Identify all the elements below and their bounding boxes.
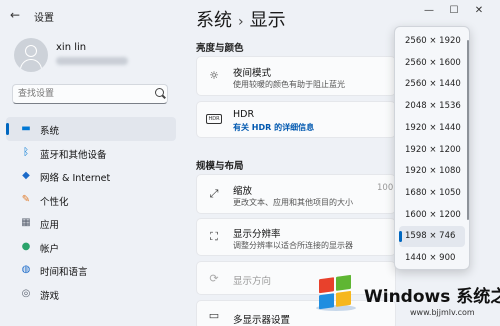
- sidebar-item-2[interactable]: ◆ 网络 & Internet: [6, 164, 176, 188]
- multi-monitor-icon: ▭: [208, 309, 220, 322]
- monitor-icon: ▬: [21, 123, 31, 134]
- dropdown-scrollbar[interactable]: [467, 40, 469, 220]
- avatar-head-icon: [25, 45, 37, 57]
- resolution-option[interactable]: 2048 × 1536: [399, 96, 465, 117]
- person-icon: ●: [21, 240, 31, 252]
- avatar-body-icon: [20, 59, 42, 72]
- section-heading-brightness: 亮度与颜色: [196, 43, 244, 54]
- section-heading-scale-layout: 规模与布局: [196, 161, 244, 172]
- profile-name: xin lin: [56, 42, 87, 53]
- profile-email-redacted: [56, 57, 128, 65]
- breadcrumb-separator: ›: [238, 14, 244, 30]
- resolution-option[interactable]: 1598 × 746: [399, 226, 465, 248]
- sidebar-item-3[interactable]: ✎ 个性化: [6, 188, 176, 212]
- hdr-card[interactable]: HDR HDR 有关 HDR 的详细信息: [196, 101, 396, 138]
- sidebar-nav: ▬ 系统 ᛒ 蓝牙和其他设备 ◆ 网络 & Internet ✎ 个性化 ▦ 应用 ● 帐户 ◍ 时间和语…: [6, 117, 176, 305]
- resolution-subtitle: 调整分辨率以适合所连接的显示器: [233, 241, 353, 250]
- windows-logo-icon: [316, 274, 356, 311]
- scale-subtitle: 更改文本、应用和其他项目的大小: [233, 198, 353, 207]
- sidebar-item-label: 应用: [40, 220, 60, 231]
- sidebar-item-1[interactable]: ᛒ 蓝牙和其他设备: [6, 141, 176, 165]
- watermark: Windows 系统之家 www.bjjmlv.com: [310, 266, 500, 326]
- sidebar-item-label: 网络 & Internet: [40, 173, 111, 184]
- gamepad-icon: ◎: [21, 287, 31, 299]
- resolution-title: 显示分辨率: [233, 229, 281, 240]
- resolution-option[interactable]: 1920 × 1440: [399, 118, 465, 139]
- wifi-icon: ◆: [22, 170, 30, 181]
- resolution-card[interactable]: ⛶ 显示分辨率 调整分辨率以适合所连接的显示器: [196, 218, 396, 256]
- watermark-title: Windows 系统之家: [364, 287, 500, 307]
- night-light-title: 夜间模式: [233, 68, 272, 79]
- scale-card[interactable]: ⤢ 缩放 更改文本、应用和其他项目的大小 100: [196, 174, 396, 214]
- sidebar-item-0[interactable]: ▬ 系统: [6, 117, 176, 141]
- rotate-icon: ⟳: [209, 272, 219, 285]
- hdr-icon: HDR: [206, 114, 222, 124]
- settings-window: ← 设置 — ☐ ✕ xin lin ▬ 系统 ᛒ 蓝牙和其他设备 ◆ 网络 & Inte…: [0, 0, 500, 326]
- scale-value[interactable]: 100: [377, 183, 393, 193]
- multi-display-title: 多显示器设置: [233, 315, 291, 326]
- sun-icon: ☼: [209, 69, 219, 82]
- scale-icon: ⤢: [209, 187, 219, 200]
- maximize-button[interactable]: ☐: [443, 4, 465, 18]
- page-title: 显示: [249, 10, 286, 31]
- search-icon[interactable]: [155, 88, 164, 97]
- resolution-option[interactable]: 1600 × 1200: [399, 205, 465, 226]
- resolution-option[interactable]: 1680 × 1050: [399, 183, 465, 204]
- orientation-title: 显示方向: [233, 276, 272, 287]
- sidebar-item-label: 游戏: [40, 290, 60, 302]
- sidebar-item-4[interactable]: ▦ 应用: [6, 211, 176, 235]
- sidebar-item-label: 系统: [40, 126, 60, 137]
- resolution-option[interactable]: 2560 × 1600: [399, 53, 465, 74]
- resolution-option[interactable]: 1920 × 1200: [399, 140, 465, 161]
- watermark-url: www.bjjmlv.com: [410, 308, 475, 317]
- back-arrow-icon[interactable]: ←: [10, 9, 20, 21]
- app-title: 设置: [34, 13, 54, 24]
- resolution-option[interactable]: 2560 × 1440: [399, 74, 465, 95]
- sidebar-item-label: 蓝牙和其他设备: [40, 149, 107, 161]
- resolution-option[interactable]: 2560 × 1920: [399, 31, 465, 52]
- sidebar-item-6[interactable]: ◍ 时间和语言: [6, 258, 176, 282]
- globe-clock-icon: ◍: [21, 264, 31, 275]
- search-input[interactable]: [12, 84, 168, 104]
- hdr-title: HDR: [233, 109, 255, 120]
- minimize-button[interactable]: —: [418, 4, 440, 18]
- night-light-card[interactable]: ☼ 夜间模式 使用较暖的颜色有助于阻止蓝光: [196, 56, 396, 96]
- sidebar-item-label: 时间和语言: [40, 267, 88, 278]
- close-button[interactable]: ✕: [468, 4, 490, 18]
- breadcrumb-parent[interactable]: 系统: [196, 10, 232, 31]
- scale-title: 缩放: [233, 186, 253, 197]
- resolution-icon: ⛶: [210, 230, 218, 243]
- sidebar-item-7[interactable]: ◎ 游戏: [6, 282, 176, 306]
- avatar[interactable]: [14, 38, 48, 72]
- bluetooth-icon: ᛒ: [23, 146, 29, 158]
- paintbrush-icon: ✎: [21, 193, 31, 205]
- breadcrumb: 系统 › 显示: [196, 6, 286, 32]
- hdr-info-link[interactable]: 有关 HDR 的详细信息: [233, 122, 314, 133]
- resolution-option[interactable]: 1920 × 1080: [399, 161, 465, 182]
- sidebar-item-label: 帐户: [40, 243, 60, 255]
- sidebar-item-5[interactable]: ● 帐户: [6, 235, 176, 259]
- resolution-dropdown[interactable]: 2560 × 1920 2560 × 1600 2560 × 1440 2048 × …: [394, 26, 470, 270]
- apps-icon: ▦: [21, 217, 31, 228]
- sidebar-item-label: 个性化: [40, 196, 69, 208]
- night-light-subtitle: 使用较暖的颜色有助于阻止蓝光: [233, 80, 345, 89]
